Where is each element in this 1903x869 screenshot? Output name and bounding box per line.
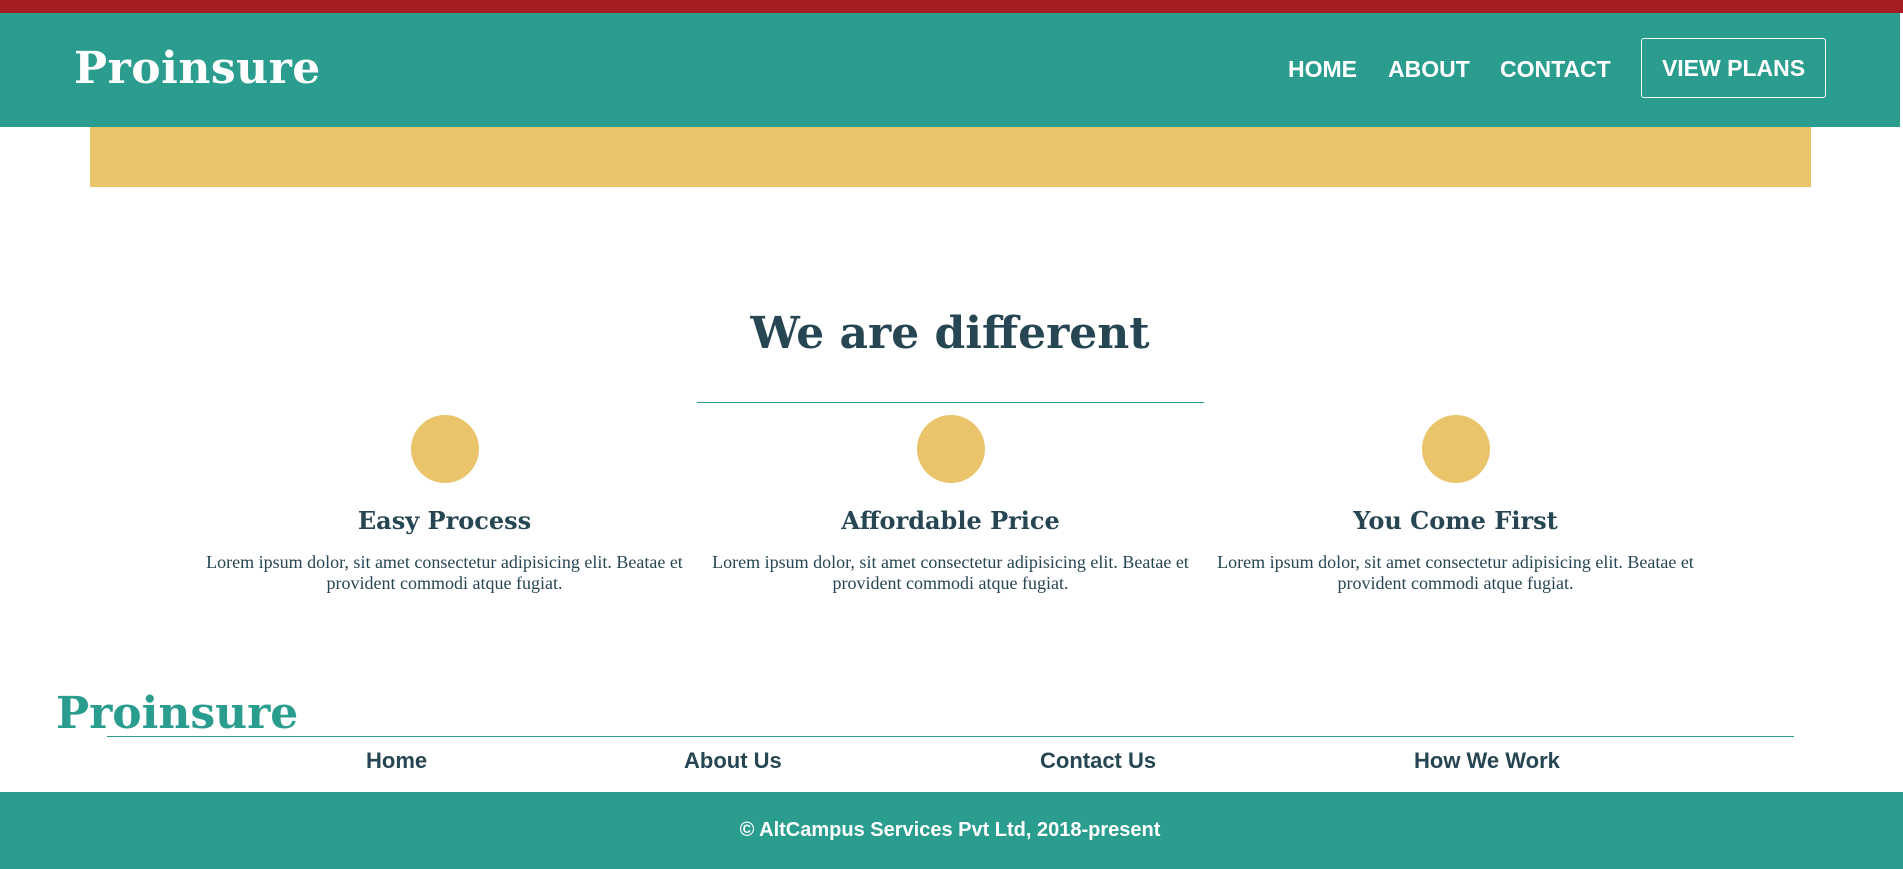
main-nav: HOME ABOUT CONTACT VIEW PLANS [0, 13, 1900, 127]
feature-you-come-first: You Come First Lorem ipsum dolor, sit am… [1203, 415, 1708, 594]
feature-easy-process: Easy Process Lorem ipsum dolor, sit amet… [192, 415, 697, 594]
copyright-text: © AltCampus Services Pvt Ltd, 2018-prese… [739, 819, 1161, 841]
circle-icon [1421, 415, 1490, 483]
site-header: Proinsure HOME ABOUT CONTACT VIEW PLANS [0, 13, 1900, 127]
title-divider [697, 402, 1204, 403]
nav-about-link[interactable]: ABOUT [1388, 56, 1470, 83]
feature-title: Affordable Price [841, 506, 1060, 535]
feature-text: Lorem ipsum dolor, sit amet consectetur … [206, 552, 683, 593]
footer-about-link[interactable]: About Us [684, 748, 782, 774]
nav-home-link[interactable]: HOME [1288, 56, 1357, 83]
footer-brand-logo[interactable]: Proinsure [56, 688, 298, 739]
circle-icon [410, 415, 479, 483]
copyright-bar: © AltCampus Services Pvt Ltd, 2018-prese… [0, 792, 1903, 869]
footer-divider [107, 736, 1794, 737]
feature-text: Lorem ipsum dolor, sit amet consectetur … [1217, 552, 1694, 593]
view-plans-button[interactable]: VIEW PLANS [1641, 38, 1826, 98]
top-accent-strip [0, 0, 1903, 13]
footer-contact-link[interactable]: Contact Us [1040, 748, 1156, 774]
feature-title: Easy Process [357, 506, 532, 535]
nav-contact-link[interactable]: CONTACT [1500, 56, 1611, 83]
footer-how-we-work-link[interactable]: How We Work [1414, 748, 1560, 774]
feature-title: You Come First [1353, 506, 1558, 535]
footer-home-link[interactable]: Home [366, 748, 427, 774]
circle-icon [916, 415, 985, 483]
section-title: We are different [750, 308, 1150, 359]
hero-banner [90, 127, 1811, 187]
feature-text: Lorem ipsum dolor, sit amet consectetur … [712, 552, 1189, 593]
feature-affordable-price: Affordable Price Lorem ipsum dolor, sit … [698, 415, 1203, 594]
